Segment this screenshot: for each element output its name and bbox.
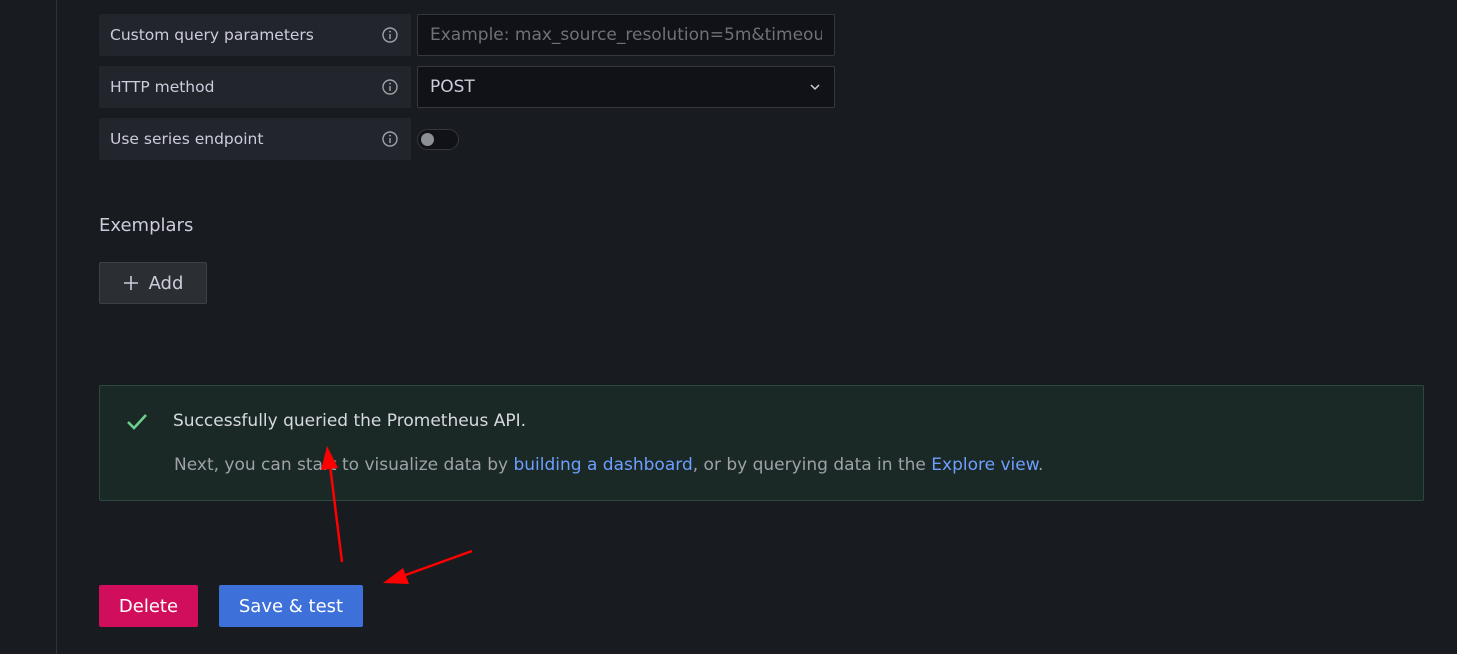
delete-button[interactable]: Delete [99, 585, 198, 627]
alert-body-prefix: Next, you can start to visualize data by [174, 455, 514, 475]
custom-query-row: Custom query parameters [99, 14, 411, 56]
http-method-row: HTTP method [99, 66, 411, 108]
explore-view-link[interactable]: Explore view [931, 455, 1038, 475]
arrow-left [383, 549, 473, 584]
series-endpoint-label: Use series endpoint [99, 118, 411, 160]
http-method-label: HTTP method [99, 66, 411, 108]
series-endpoint-toggle[interactable] [417, 129, 459, 150]
custom-query-label-text: Custom query parameters [110, 26, 314, 44]
add-exemplar-button[interactable]: Add [99, 262, 207, 304]
alert-body: Next, you can start to visualize data by… [174, 455, 1043, 475]
alert-body-suffix: . [1038, 455, 1044, 475]
building-dashboard-link[interactable]: building a dashboard [513, 455, 692, 475]
divider [56, 0, 57, 654]
custom-query-input[interactable] [417, 14, 835, 56]
series-endpoint-row: Use series endpoint [99, 118, 411, 160]
custom-query-label: Custom query parameters [99, 14, 411, 56]
http-method-select[interactable]: POST [417, 66, 835, 108]
check-icon [127, 414, 147, 430]
info-icon[interactable] [381, 130, 399, 148]
http-method-label-text: HTTP method [110, 78, 215, 96]
success-alert: Successfully queried the Prometheus API.… [99, 385, 1424, 501]
http-method-value: POST [430, 77, 475, 97]
toggle-knob [421, 133, 434, 146]
chevron-down-icon [810, 84, 820, 91]
exemplars-title: Exemplars [99, 215, 194, 236]
page: Custom query parameters HTTP method POST [0, 0, 1457, 654]
alert-body-middle: , or by querying data in the [692, 455, 932, 475]
series-endpoint-label-text: Use series endpoint [110, 130, 264, 148]
save-and-test-button[interactable]: Save & test [219, 585, 363, 627]
add-button-label: Add [148, 272, 184, 294]
info-icon[interactable] [381, 26, 399, 44]
plus-icon [123, 276, 138, 290]
info-icon[interactable] [381, 78, 399, 96]
alert-title: Successfully queried the Prometheus API. [173, 411, 527, 431]
